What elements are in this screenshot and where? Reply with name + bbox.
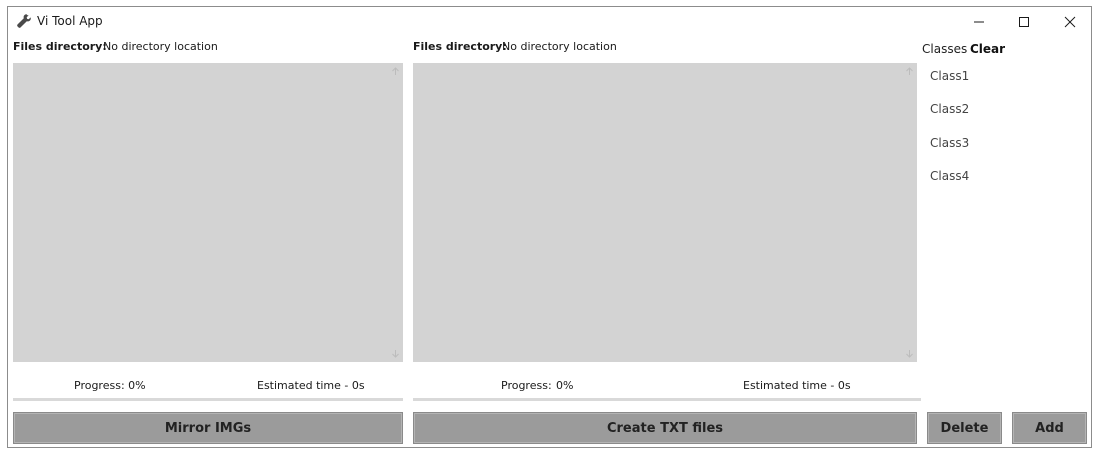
scroll-down-icon[interactable] [905, 349, 914, 358]
class-list-item[interactable]: Class1 [930, 69, 969, 83]
scroll-up-icon[interactable] [905, 67, 914, 76]
title-bar: Vi Tool App [8, 7, 1091, 37]
middle-progress-bar [413, 398, 921, 401]
class-list-item[interactable]: Class3 [930, 136, 969, 150]
close-button[interactable] [1047, 7, 1092, 37]
minimize-button[interactable] [956, 7, 1001, 37]
middle-dir-label: Files directory: [413, 40, 507, 53]
left-progress-bar [13, 398, 403, 401]
middle-progress-percent: 0% [556, 379, 574, 392]
clear-button[interactable]: Clear [970, 42, 1005, 56]
minimize-icon [973, 21, 984, 23]
class-list-item[interactable]: Class2 [930, 102, 969, 116]
window-title: Vi Tool App [37, 14, 103, 28]
classes-heading: Classes [922, 42, 968, 56]
app-window: Vi Tool App Files directory: No director… [7, 6, 1092, 448]
left-progress-label: Progress: 0% [74, 379, 146, 392]
add-button[interactable]: Add [1012, 412, 1087, 444]
middle-file-list[interactable] [413, 63, 917, 362]
delete-button[interactable]: Delete [927, 412, 1002, 444]
left-dir-value: No directory location [103, 40, 218, 53]
left-file-list[interactable] [13, 63, 403, 362]
middle-dir-value: No directory location [502, 40, 617, 53]
mirror-imgs-button[interactable]: Mirror IMGs [13, 412, 403, 444]
scroll-up-icon[interactable] [391, 67, 400, 76]
left-estimate-label: Estimated time - 0s [257, 379, 365, 392]
middle-progress-label: Progress: [501, 379, 552, 392]
maximize-icon [1018, 17, 1029, 27]
create-txt-files-button[interactable]: Create TXT files [413, 412, 917, 444]
left-dir-label: Files directory: [13, 40, 107, 53]
wrench-icon [16, 13, 32, 29]
close-icon [1064, 16, 1075, 28]
middle-estimate-label: Estimated time - 0s [743, 379, 851, 392]
scroll-down-icon[interactable] [391, 349, 400, 358]
maximize-button[interactable] [1001, 7, 1046, 37]
class-list-item[interactable]: Class4 [930, 169, 969, 183]
